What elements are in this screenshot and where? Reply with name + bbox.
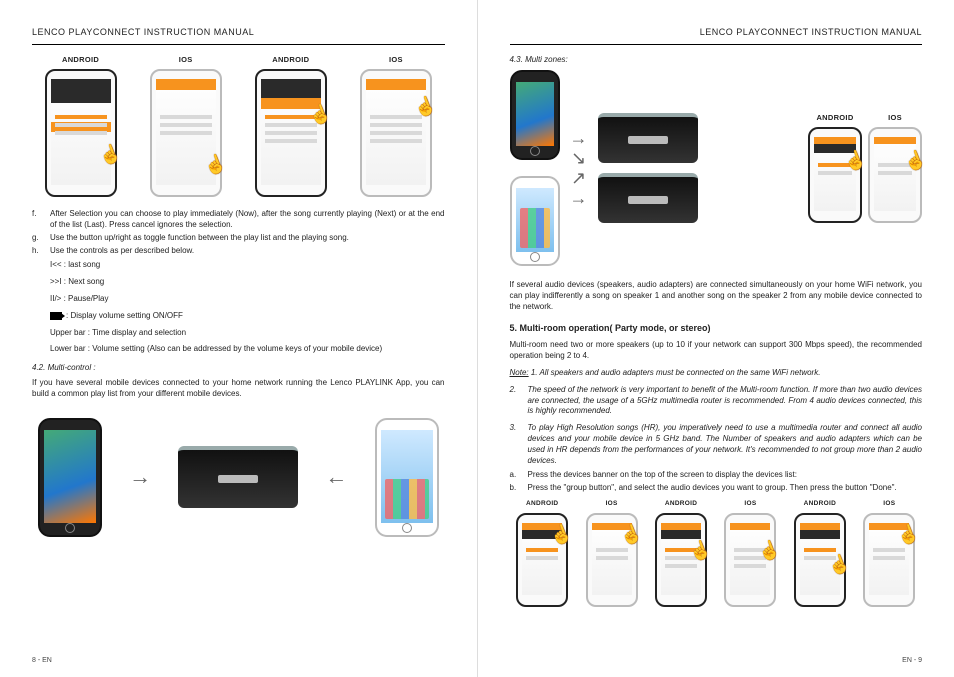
rule	[32, 44, 445, 45]
phone-mock-icon	[868, 127, 922, 223]
phone-mock-icon	[808, 127, 862, 223]
tap-hand-icon	[904, 149, 926, 171]
screenshot-ios-1: IOS	[137, 55, 234, 197]
tap-hand-icon	[689, 539, 711, 561]
text: The speed of the network is very importa…	[528, 385, 923, 417]
list-item-g: g.Use the button up/right as toggle func…	[32, 233, 445, 244]
text: Use the button up/right as toggle functi…	[50, 233, 349, 244]
page-right: LENCO PLAYCONNECT INSTRUCTION MANUAL 4.3…	[478, 0, 954, 677]
os-label: ANDROID	[808, 113, 862, 123]
phone-mock-icon	[360, 69, 432, 197]
tap-hand-icon	[620, 523, 642, 545]
control-next: >>I : Next song	[50, 277, 445, 288]
list-item-h: h.Use the controls as per described belo…	[32, 246, 445, 257]
multi-control-diagram: → ←	[38, 418, 439, 537]
note-3: 3.To play High Resolution songs (HR), yo…	[510, 423, 923, 466]
text: Press the "group button", and select the…	[528, 483, 897, 494]
tap-hand-icon	[550, 523, 572, 545]
note-1: Note: 1. All speakers and audio adapters…	[510, 368, 923, 379]
volume-icon	[50, 312, 62, 320]
phone-mock-icon	[516, 513, 568, 607]
tap-hand-icon	[844, 149, 866, 171]
android-device-icon	[38, 418, 102, 537]
step-a: a.Press the devices banner on the top of…	[510, 470, 923, 481]
multi-control-para: If you have several mobile devices conne…	[32, 378, 445, 400]
phone-mock-icon	[150, 69, 222, 197]
multi-zone-diagram: →↘↗→ ANDROID IOS	[510, 70, 923, 266]
body-text: f.After Selection you can choose to play…	[32, 209, 445, 399]
screenshot-android-1: ANDROID	[32, 55, 129, 197]
body-text: If several audio devices (speakers, audi…	[510, 280, 923, 494]
document-spread: LENCO PLAYCONNECT INSTRUCTION MANUAL AND…	[0, 0, 954, 677]
speaker-icon	[178, 446, 298, 508]
subhead-4-3: 4.3. Multi zones:	[510, 55, 923, 66]
note-lead: Note:	[510, 368, 529, 377]
tap-hand-icon	[897, 523, 919, 545]
page-number-left: 8 - EN	[32, 656, 52, 665]
arrow-left-icon: ←	[325, 466, 347, 488]
note-2: 2.The speed of the network is very impor…	[510, 385, 923, 417]
step-b: b.Press the "group button", and select t…	[510, 483, 923, 494]
phone-mock-icon	[794, 513, 846, 607]
os-label: ANDROID	[510, 500, 575, 509]
tap-hand-icon	[99, 143, 121, 165]
arrows-icon: →↘↗→	[570, 129, 588, 207]
text: 1. All speakers and audio adapters must …	[531, 368, 821, 377]
arrow-right-icon: →	[129, 466, 151, 488]
os-label: ANDROID	[787, 500, 852, 509]
phone-mock-icon	[255, 69, 327, 197]
os-label: IOS	[868, 113, 922, 123]
os-label: IOS	[857, 500, 922, 509]
page-left: LENCO PLAYCONNECT INSTRUCTION MANUAL AND…	[0, 0, 478, 677]
control-pause: II/> : Pause/Play	[50, 294, 445, 305]
running-head-right: LENCO PLAYCONNECT INSTRUCTION MANUAL	[510, 26, 923, 38]
rule	[510, 44, 923, 45]
text: Use the controls as per described below.	[50, 246, 194, 257]
os-label: IOS	[718, 500, 783, 509]
iphone-device-icon	[510, 176, 560, 266]
text: : Display volume setting ON/OFF	[66, 311, 183, 320]
phone-mock-icon	[863, 513, 915, 607]
control-last: I<< : last song	[50, 260, 445, 271]
running-head-left: LENCO PLAYCONNECT INSTRUCTION MANUAL	[32, 26, 445, 38]
os-label: IOS	[347, 55, 444, 65]
tap-hand-icon	[828, 553, 850, 575]
text: Press the devices banner on the top of t…	[528, 470, 798, 481]
screenshot-row-bottom: ANDROID IOS ANDROID IOS ANDROID IOS	[510, 500, 923, 607]
page-number-right: EN - 9	[902, 656, 922, 665]
multi-zone-para: If several audio devices (speakers, audi…	[510, 280, 923, 312]
speaker-icon	[598, 113, 698, 163]
os-label: ANDROID	[32, 55, 129, 65]
phone-mock-icon	[586, 513, 638, 607]
tap-hand-icon	[204, 153, 226, 175]
speaker-icon	[598, 173, 698, 223]
os-label: IOS	[579, 500, 644, 509]
android-device-icon	[510, 70, 560, 160]
tap-hand-icon	[414, 95, 436, 117]
control-volume: : Display volume setting ON/OFF	[50, 311, 445, 322]
multi-room-para: Multi-room need two or more speakers (up…	[510, 340, 923, 362]
text: To play High Resolution songs (HR), you …	[528, 423, 923, 466]
phone-mock-icon	[724, 513, 776, 607]
control-lower-bar: Lower bar : Volume setting (Also can be …	[50, 344, 445, 355]
section-5-title: 5. Multi-room operation( Party mode, or …	[510, 322, 923, 334]
screenshot-android-2: ANDROID	[242, 55, 339, 197]
tap-hand-icon	[758, 539, 780, 561]
iphone-device-icon	[375, 418, 439, 537]
os-label: IOS	[137, 55, 234, 65]
os-label: ANDROID	[648, 500, 713, 509]
text: After Selection you can choose to play i…	[50, 209, 445, 231]
os-label: ANDROID	[242, 55, 339, 65]
subhead-4-2: 4.2. Multi-control :	[32, 363, 445, 374]
control-upper-bar: Upper bar : Time display and selection	[50, 328, 445, 339]
phone-mock-icon	[655, 513, 707, 607]
phone-mock-icon	[45, 69, 117, 197]
screenshot-ios-2: IOS	[347, 55, 444, 197]
tap-hand-icon	[309, 103, 331, 125]
controls-list: I<< : last song >>I : Next song II/> : P…	[50, 260, 445, 355]
list-item-f: f.After Selection you can choose to play…	[32, 209, 445, 231]
screenshot-row-top: ANDROID IOS ANDROID IOS	[32, 55, 445, 197]
